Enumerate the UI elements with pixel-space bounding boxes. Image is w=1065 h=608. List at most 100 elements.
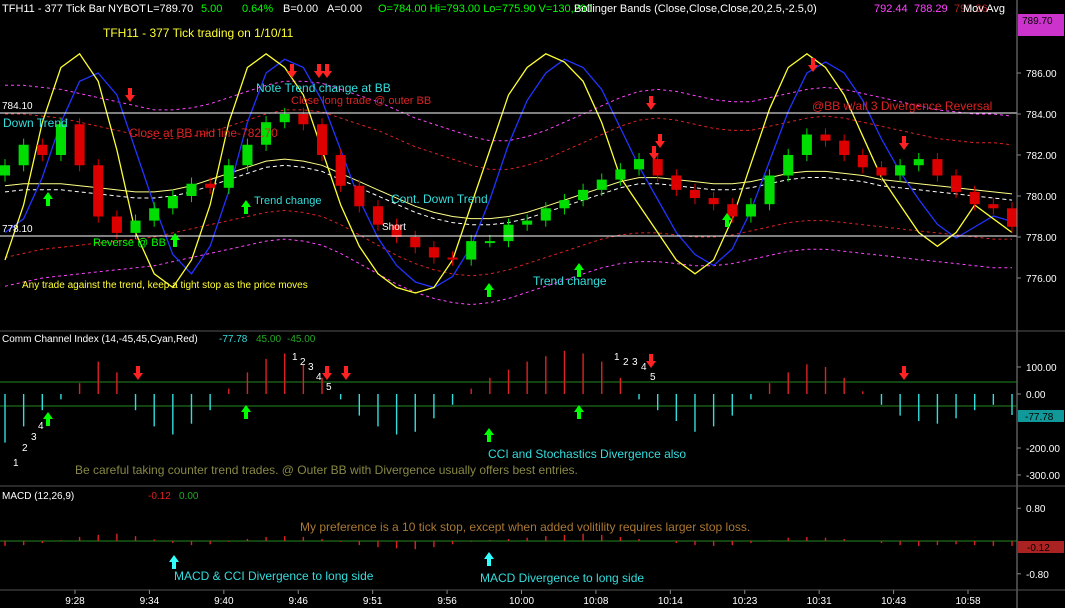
ask-value: A=0.00 bbox=[327, 3, 362, 15]
macd-value: -0.12 bbox=[148, 491, 171, 502]
candle-body bbox=[727, 204, 738, 217]
bb-upper-value: 792.44 bbox=[874, 3, 908, 15]
bb-mid-value: 788.29 bbox=[914, 3, 948, 15]
candle-body bbox=[447, 257, 458, 260]
symbol-label: TFH11 - 377 Tick Bar bbox=[2, 3, 106, 15]
candle-body bbox=[74, 124, 85, 166]
macd-tick-label: 0.80 bbox=[1026, 504, 1046, 515]
time-tick-label: 10:43 bbox=[881, 596, 906, 607]
cci-tick-label: -200.00 bbox=[1026, 444, 1060, 455]
candle-body bbox=[857, 155, 868, 168]
macd-value-tag: -0.12 bbox=[1027, 543, 1050, 554]
change-value: 5.00 bbox=[201, 3, 222, 15]
div-number-2b: 2 bbox=[300, 357, 306, 368]
candle-body bbox=[988, 204, 999, 209]
candle-body bbox=[522, 220, 533, 225]
pct-value: 0.64% bbox=[242, 3, 273, 15]
candle-body bbox=[223, 165, 234, 188]
reverse-note: Reverse @ BB bbox=[93, 237, 166, 249]
time-tick-label: 9:40 bbox=[214, 596, 234, 607]
level-784-label: 784.10 bbox=[2, 101, 33, 112]
candle-body bbox=[111, 216, 122, 233]
candle-body bbox=[37, 144, 48, 155]
candle-body bbox=[708, 198, 719, 205]
candle-body bbox=[764, 175, 775, 205]
div-number-1b: 1 bbox=[292, 352, 298, 363]
exchange-label: NYBOT bbox=[108, 3, 146, 15]
close-mid-note: Close at BB mid line-782.70 bbox=[129, 126, 278, 140]
macd-div-note: MACD Divergence to long side bbox=[480, 571, 644, 585]
mov-avg-label-visible: Mov Avg bbox=[963, 3, 1005, 15]
candle-body bbox=[615, 169, 626, 180]
note-trend-change: Note Trend change at BB bbox=[256, 81, 391, 95]
candle-body bbox=[839, 140, 850, 155]
any-trade-note: Any trade against the trend, keep a tigh… bbox=[22, 280, 308, 291]
time-tick-label: 9:51 bbox=[363, 596, 383, 607]
price-tick-label: 776.00 bbox=[1026, 274, 1057, 285]
candle-body bbox=[335, 155, 346, 186]
cci-tick-label: 100.00 bbox=[1026, 363, 1057, 374]
candle-body bbox=[130, 220, 141, 233]
time-tick-label: 10:23 bbox=[732, 596, 757, 607]
candle-body bbox=[242, 144, 253, 166]
bid-value: B=0.00 bbox=[283, 3, 318, 15]
cci-value-tag: -77.78 bbox=[1025, 412, 1054, 423]
price-tick-label: 784.00 bbox=[1026, 110, 1057, 121]
div-number-4c: 4 bbox=[641, 362, 647, 373]
candle-body bbox=[876, 167, 887, 176]
candle-body bbox=[316, 124, 328, 155]
divergence-note: @BB w/all 3 Divergence Reversal bbox=[812, 99, 992, 113]
level-778-label: 778.10 bbox=[2, 224, 33, 235]
cci-tick-label: 0.00 bbox=[1026, 390, 1046, 401]
time-tick-label: 10:00 bbox=[509, 596, 534, 607]
candle-body bbox=[18, 144, 29, 166]
down-trend-note: Down Trend bbox=[3, 116, 68, 130]
ohlc-values: O=784.00 Hi=793.00 Lo=775.90 V=130,290 bbox=[378, 3, 592, 15]
candle-body bbox=[745, 204, 756, 217]
candle-body bbox=[205, 183, 216, 188]
candle-body bbox=[820, 134, 831, 141]
cci-upper-value: 45.00 bbox=[256, 334, 281, 345]
trend-change-note-1: Trend change bbox=[254, 195, 321, 207]
div-number-1: 1 bbox=[13, 458, 19, 469]
candle-body bbox=[466, 241, 477, 260]
close-long-note: Close long trade @ outer BB bbox=[291, 95, 431, 107]
bb-tag-bg bbox=[1018, 26, 1064, 36]
careful-note: Be careful taking counter trend trades. … bbox=[75, 463, 578, 477]
time-tick-label: 10:58 bbox=[955, 596, 980, 607]
trading-chart: TFH11 - 377 Tick Bar NYBOT L=789.70 5.00… bbox=[0, 0, 1065, 608]
div-number-3c: 3 bbox=[632, 357, 638, 368]
candle-body bbox=[93, 165, 104, 217]
last-price-tag: 789.70 bbox=[1022, 16, 1053, 27]
div-number-3: 3 bbox=[31, 432, 37, 443]
candle-body bbox=[167, 196, 178, 209]
candle-body bbox=[932, 159, 943, 176]
short-note: Short bbox=[382, 222, 406, 233]
time-tick-label: 9:34 bbox=[140, 596, 160, 607]
candle-body bbox=[149, 208, 160, 221]
candle-body bbox=[969, 191, 980, 205]
chart-title: TFH11 - 377 Tick trading on 1/10/11 bbox=[103, 26, 294, 40]
macd-signal-value: 0.00 bbox=[179, 491, 199, 502]
macd-cci-div-note: MACD & CCI Divergence to long side bbox=[174, 569, 374, 583]
div-number-2c: 2 bbox=[623, 357, 629, 368]
candle-body bbox=[559, 200, 570, 209]
candle-body bbox=[540, 208, 551, 221]
price-tick-label: 782.00 bbox=[1026, 151, 1057, 162]
div-number-1c: 1 bbox=[614, 352, 620, 363]
trend-change-note-2: Trend change bbox=[533, 274, 607, 288]
candle-body bbox=[578, 189, 589, 201]
price-tick-label: 786.00 bbox=[1026, 69, 1057, 80]
time-tick-label: 10:14 bbox=[658, 596, 683, 607]
candle-body bbox=[1006, 208, 1018, 227]
cci-lower-value: -45.00 bbox=[287, 334, 316, 345]
bb-label: Bollinger Bands (Close,Close,Close,20,2.… bbox=[574, 3, 817, 15]
div-number-3b: 3 bbox=[308, 362, 314, 373]
candle-body bbox=[913, 159, 924, 166]
candle-body bbox=[689, 189, 701, 199]
time-tick-label: 9:46 bbox=[289, 596, 309, 607]
candle-body bbox=[484, 241, 495, 244]
candle-body bbox=[298, 114, 309, 125]
price-tick-label: 780.00 bbox=[1026, 192, 1057, 203]
cont-down-note: Cont. Down Trend bbox=[391, 192, 488, 206]
